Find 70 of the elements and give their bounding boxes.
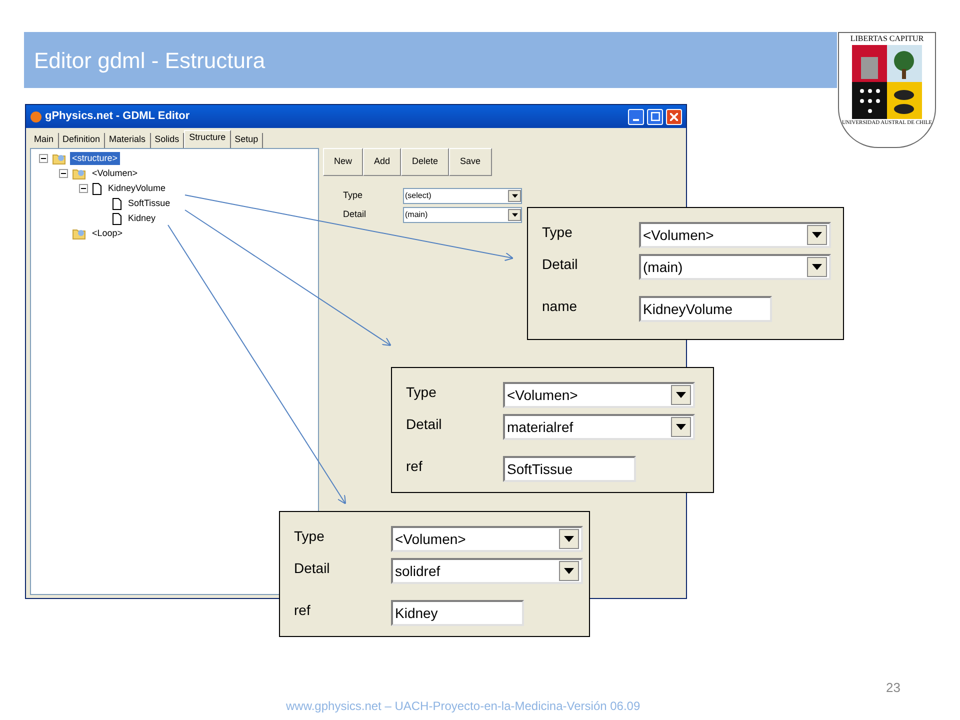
dropdown-field[interactable]: (main) <box>639 254 831 280</box>
dropdown-button[interactable] <box>807 257 827 277</box>
minimize-button[interactable] <box>628 108 644 124</box>
tree-item[interactable]: KidneyVolume <box>106 182 168 196</box>
field-label: Detail <box>294 559 331 578</box>
dropdown-button[interactable] <box>807 225 827 245</box>
maximize-button[interactable] <box>647 108 663 124</box>
toolbar-button[interactable]: New <box>323 148 364 176</box>
dropdown-field[interactable]: <Volumen> <box>391 526 583 552</box>
folder-icon <box>72 228 86 240</box>
caret-icon <box>564 568 574 574</box>
crest-motto: LIBERTAS CAPITUR <box>850 35 924 43</box>
field-label: Type <box>406 383 438 402</box>
field-label: Detail <box>542 255 579 274</box>
dropdown-button[interactable] <box>671 417 691 437</box>
close-button[interactable] <box>666 108 682 124</box>
input-field[interactable]: Kidney <box>391 600 524 626</box>
tree-item[interactable]: <structure> <box>70 152 120 166</box>
field-label: Detail <box>343 208 368 222</box>
document-icon <box>112 198 122 210</box>
caret-icon <box>812 264 822 270</box>
caret-icon <box>812 232 822 238</box>
input-field[interactable]: KidneyVolume <box>639 296 772 322</box>
dropdown-field[interactable]: <Volumen> <box>639 222 831 248</box>
caret-icon <box>564 536 574 542</box>
expander-icon[interactable] <box>79 184 88 193</box>
field-label: Type <box>542 223 574 242</box>
slide-title: Editor gdml - Estructura <box>34 46 266 75</box>
field-label: ref <box>406 457 424 476</box>
caret-icon <box>676 392 686 398</box>
app-icon <box>30 110 42 122</box>
dropdown-button[interactable] <box>508 190 521 202</box>
folder-icon <box>52 152 66 164</box>
dropdown-button[interactable] <box>559 529 579 549</box>
dropdown-field[interactable]: solidref <box>391 558 583 584</box>
tree-item[interactable]: <Volumen> <box>90 166 140 180</box>
field-label: Type <box>343 189 364 202</box>
caret-icon <box>512 194 518 198</box>
dropdown-field[interactable]: (main) <box>403 207 522 223</box>
tree-item[interactable]: SoftTissue <box>126 196 172 210</box>
close-icon <box>670 112 678 120</box>
document-icon <box>92 182 102 194</box>
dropdown-button[interactable] <box>671 385 691 405</box>
minimize-icon <box>633 118 639 120</box>
tree-item[interactable]: Kidney <box>126 212 158 226</box>
dropdown-button[interactable] <box>559 561 579 581</box>
field-label: Type <box>294 527 326 546</box>
toolbar-button[interactable]: Add <box>363 148 402 176</box>
document-icon <box>112 212 122 224</box>
maximize-icon <box>650 112 660 121</box>
field-label: ref <box>294 601 312 620</box>
folder-icon <box>72 168 86 180</box>
dropdown-field[interactable]: materialref <box>503 414 695 440</box>
input-field[interactable]: SoftTissue <box>503 456 636 482</box>
toolbar-button[interactable]: Save <box>449 148 492 176</box>
window-title: gPhysics.net - GDML Editor <box>45 109 191 124</box>
footer-text: www.gphysics.net – UACH-Proyecto-en-la-Medicina-Versión 06.09 <box>286 698 640 715</box>
field-label: Detail <box>406 415 443 434</box>
expander-icon[interactable] <box>59 169 68 178</box>
dropdown-field[interactable]: (select) <box>403 188 522 204</box>
expander-icon[interactable] <box>39 154 48 163</box>
dropdown-field[interactable]: <Volumen> <box>503 382 695 408</box>
caret-icon <box>512 213 518 217</box>
toolbar-button[interactable]: Delete <box>401 148 450 176</box>
caret-icon <box>676 424 686 430</box>
dropdown-button[interactable] <box>508 209 521 221</box>
page-number: 23 <box>886 679 900 697</box>
field-label: name <box>542 297 578 316</box>
tab[interactable]: Structure <box>184 130 231 148</box>
tree-item[interactable]: <Loop> <box>90 226 125 240</box>
